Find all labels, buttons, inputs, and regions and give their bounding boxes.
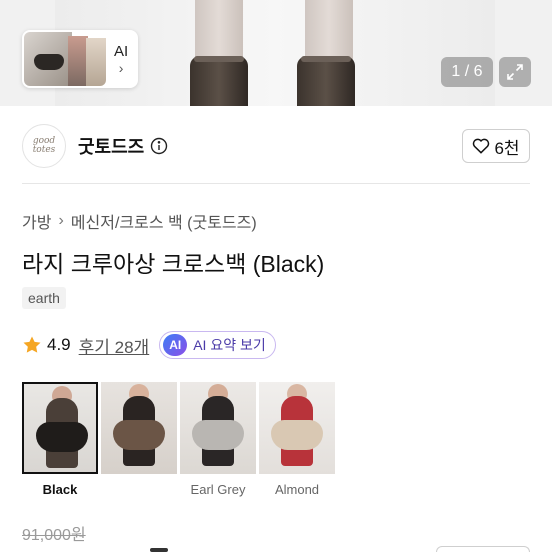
discount-price-fragment [150,548,168,552]
ai-thumbnail-label: AI [114,42,129,60]
expand-icon[interactable] [499,57,531,87]
ai-summary-button[interactable]: AI AI 요약 보기 [159,331,276,359]
variant-label: Almond [274,482,320,497]
boot-left [190,56,248,106]
variant-thumbnail [180,382,256,474]
color-option-earl-grey[interactable]: Earl Grey [180,382,256,497]
star-icon [23,336,41,353]
heart-icon [473,138,490,154]
product-title: 라지 크루아상 크로스백 (Black) [22,251,325,277]
ai-badge-icon: AI [163,334,188,356]
original-price: 91,000원 [22,527,86,544]
breadcrumb: 가방 › 메신저/크로스 백 (굿토드즈) [22,209,257,233]
like-button[interactable]: 6천 [462,129,530,163]
divider [22,183,530,184]
chevron-right-icon: › [118,59,124,76]
variant-label: Black [42,482,78,497]
ai-thumbnail-images [24,32,106,86]
review-count-link[interactable]: 후기 28개 [79,333,150,358]
rating-row: 4.9 후기 28개 AI AI 요약 보기 [22,331,276,359]
seller-row[interactable]: good totes 굿토드즈 6천 [22,124,530,168]
variant-thumbnail [259,382,335,474]
coupon-button[interactable] [436,546,530,552]
chevron-right-icon: › [58,212,64,229]
variant-thumbnail [22,382,98,474]
color-option-black[interactable]: Black [22,382,98,497]
breadcrumb-item-subcategory[interactable]: 메신저/크로스 백 (굿토드즈) [71,209,257,233]
ai-style-thumbnail[interactable]: AI › [22,30,138,88]
like-count: 6천 [494,138,520,158]
product-tag[interactable]: earth [22,287,66,309]
rating-value: 4.9 [47,335,71,354]
image-counter: 1 / 6 [441,57,493,87]
breadcrumb-item-category[interactable]: 가방 [22,209,51,233]
product-image-carousel[interactable]: AI › 1 / 6 [0,0,552,106]
color-option-brown[interactable] [101,382,177,497]
color-option-almond[interactable]: Almond [259,382,335,497]
seller-name[interactable]: 굿토드즈 [78,133,144,159]
color-options: Black Earl Grey Almond [22,382,338,497]
boot-right [297,56,355,106]
ai-summary-label: AI 요약 보기 [193,337,266,353]
variant-thumbnail [101,382,177,474]
info-icon[interactable] [150,137,168,155]
variant-label: Earl Grey [190,482,246,497]
seller-logo[interactable]: good totes [22,124,66,168]
